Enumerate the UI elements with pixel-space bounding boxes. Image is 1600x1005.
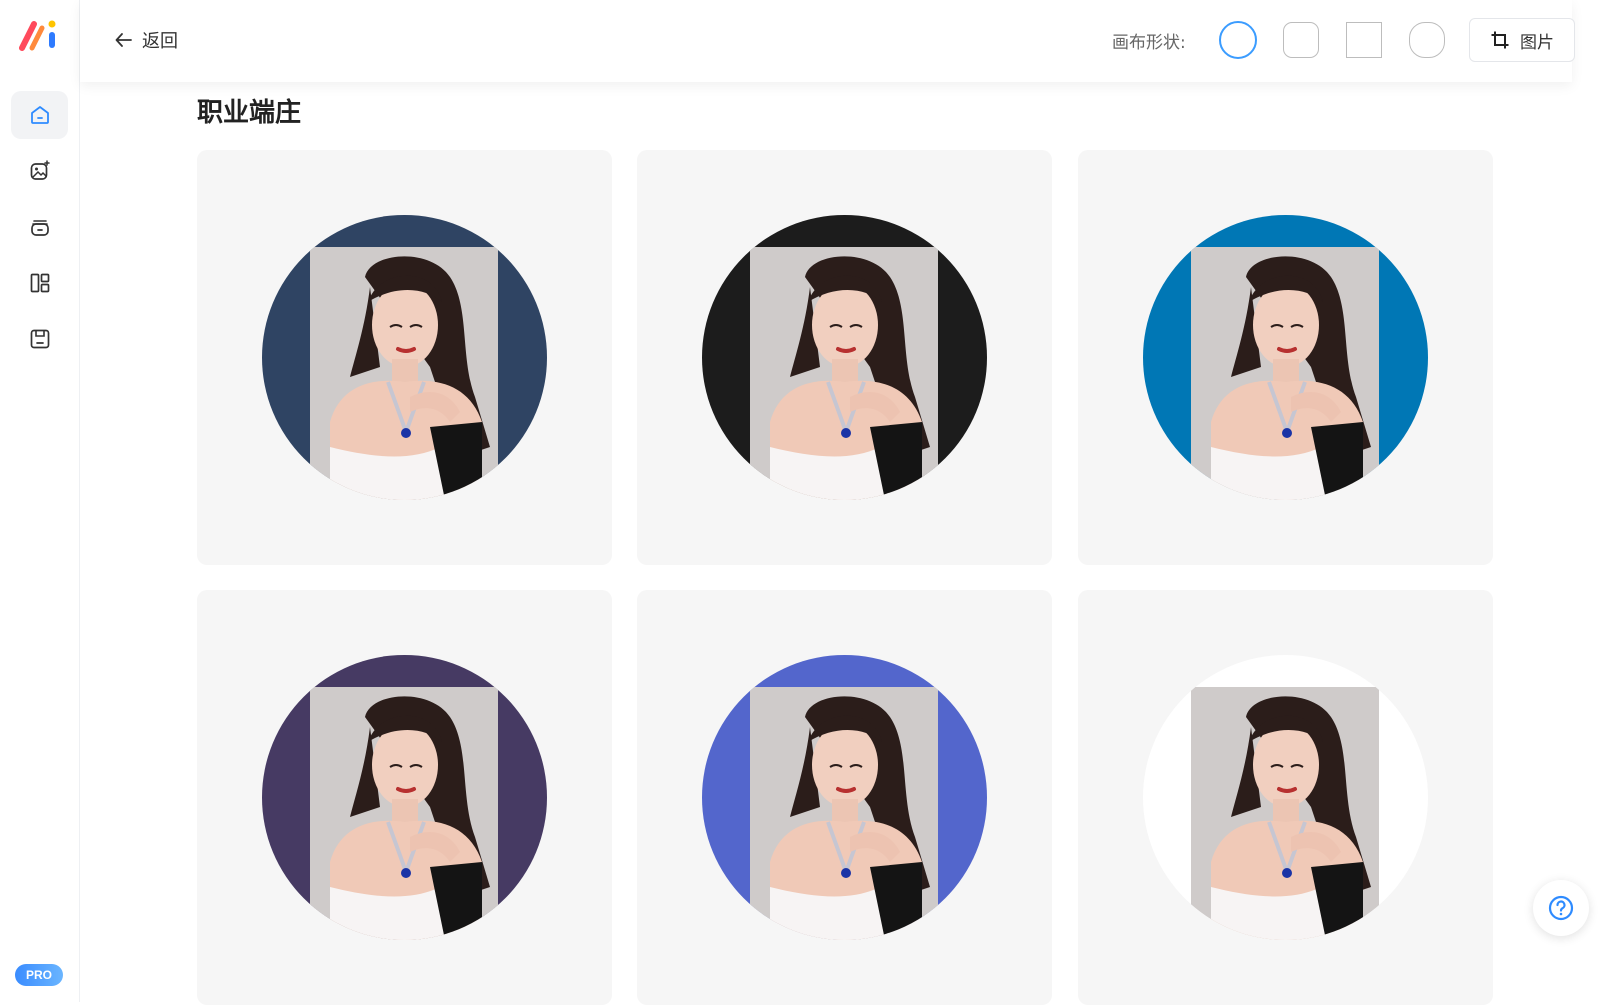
avatar-card[interactable] (637, 590, 1052, 1005)
avatar-card[interactable] (1078, 150, 1493, 565)
sidebar-item-box[interactable] (11, 203, 68, 251)
sidebar-nav (11, 91, 68, 371)
avatar-card[interactable] (197, 590, 612, 1005)
crop-image-button[interactable]: 图片 (1469, 18, 1575, 62)
layout-icon (30, 273, 49, 293)
shape-rounded-square-option[interactable] (1283, 22, 1319, 58)
shape-squircle-option[interactable] (1409, 22, 1445, 58)
section-title: 职业端庄 (197, 98, 302, 128)
crop-label: 图片 (1520, 32, 1554, 53)
avatar-preview (702, 655, 987, 940)
sidebar-item-save[interactable] (11, 315, 68, 363)
app-logo[interactable] (18, 18, 62, 52)
sidebar: PRO (0, 0, 80, 1002)
canvas-shape-label: 画布形状: (1112, 33, 1186, 53)
portrait-photo (750, 247, 938, 500)
shape-circle-option[interactable] (1219, 21, 1257, 59)
pro-badge[interactable]: PRO (15, 964, 63, 986)
avatar-preview (1143, 215, 1428, 500)
avatar-preview (262, 215, 547, 500)
avatar-card[interactable] (1078, 590, 1493, 1005)
back-label: 返回 (142, 31, 178, 52)
portrait-photo (1191, 247, 1379, 500)
back-button[interactable]: 返回 (114, 26, 178, 54)
sidebar-item-layout[interactable] (11, 259, 68, 307)
home-icon (30, 106, 49, 124)
portrait-photo (310, 247, 498, 500)
avatar-preview (1143, 655, 1428, 940)
portrait-photo (1191, 687, 1379, 940)
top-toolbar: 返回 画布形状: 图片 (80, 0, 1575, 82)
box-icon (30, 220, 49, 236)
avatar-preview (702, 215, 987, 500)
shape-square-option[interactable] (1346, 22, 1382, 58)
portrait-photo (750, 687, 938, 940)
image-sparkle-icon (30, 160, 50, 180)
sidebar-item-home[interactable] (11, 91, 68, 139)
avatar-card[interactable] (197, 150, 612, 565)
avatar-card[interactable] (637, 150, 1052, 565)
arrow-left-icon (115, 33, 132, 47)
crop-icon (1491, 31, 1509, 49)
portrait-photo (310, 687, 498, 940)
help-button[interactable] (1533, 880, 1589, 936)
sidebar-item-ai-image[interactable] (11, 147, 68, 195)
question-icon (1548, 895, 1574, 921)
save-icon (30, 329, 49, 349)
avatar-preview (262, 655, 547, 940)
